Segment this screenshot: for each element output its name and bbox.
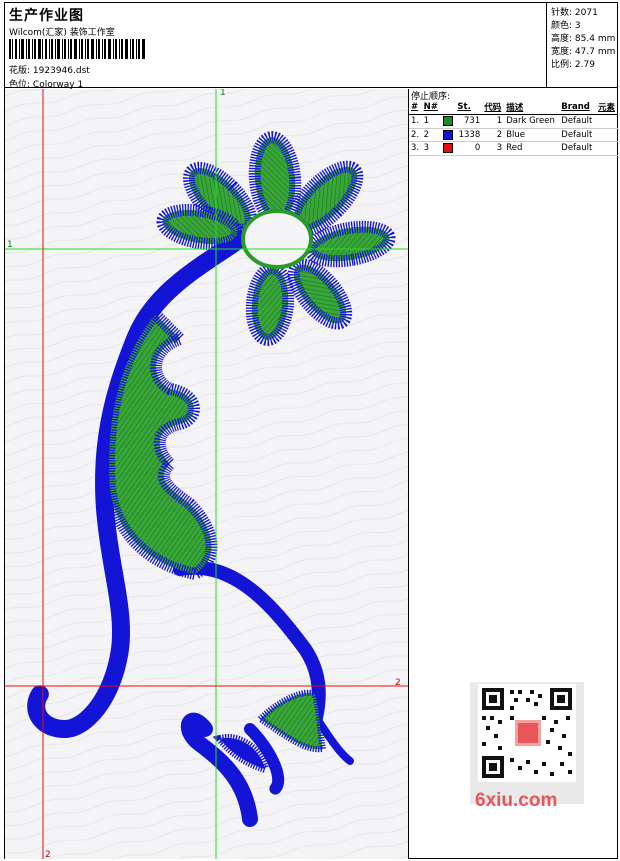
col-header-code: 代码 bbox=[482, 100, 505, 115]
row-index: 3. bbox=[409, 141, 422, 156]
row-stitches: 1338 bbox=[455, 128, 483, 142]
stat-stitches: 针数: 2071 bbox=[551, 8, 598, 18]
stats-panel: 针数: 2071 颜色: 3 高度: 85.4 mm 宽度: 47.7 mm 比… bbox=[546, 2, 619, 88]
stat-height: 高度: 85.4 mm bbox=[551, 34, 616, 44]
row-description: Blue bbox=[504, 128, 560, 142]
col-header-description: 描述 bbox=[504, 100, 560, 115]
row-description: Dark Green bbox=[504, 114, 560, 129]
table-row: 2. 2 1338 2 Blue Default bbox=[409, 128, 618, 142]
barcode bbox=[9, 39, 145, 59]
row-index: 2. bbox=[409, 128, 422, 142]
header: 生产作业图 Wilcom(汇家) 装饰工作室 花版: 1923946.dst 色… bbox=[5, 3, 545, 90]
design-canvas: 1 1 2 2 bbox=[5, 89, 409, 859]
row-stitches: 731 bbox=[455, 114, 483, 129]
col-header-brand: Brand bbox=[559, 100, 596, 115]
row-stitches: 0 bbox=[455, 141, 483, 156]
row-code: 1 bbox=[482, 114, 505, 129]
row-element bbox=[595, 114, 618, 129]
row-brand: Default bbox=[559, 114, 596, 129]
design-file: 1923946.dst bbox=[32, 66, 90, 76]
row-description: Red bbox=[504, 141, 560, 156]
table-row: 1. 1 731 1 Dark Green Default bbox=[409, 114, 618, 129]
guide-label-v1: 1 bbox=[220, 89, 226, 98]
row-number: 1 bbox=[421, 114, 441, 129]
table-header-row: # N# St. 代码 描述 Brand 元素 bbox=[409, 100, 618, 115]
stat-colors: 颜色: 3 bbox=[551, 21, 581, 31]
qr-code bbox=[470, 682, 584, 804]
row-code: 3 bbox=[482, 141, 505, 156]
stat-scale: 比例: 2.79 bbox=[551, 60, 595, 70]
row-brand: Default bbox=[559, 128, 596, 142]
row-element bbox=[595, 128, 618, 142]
design-label: 花版: bbox=[9, 66, 31, 76]
color-swatch bbox=[442, 129, 453, 140]
guide-label-v2: 2 bbox=[45, 850, 51, 859]
color-swatch-cell bbox=[440, 114, 456, 129]
guide-label-h2: 2 bbox=[395, 678, 401, 688]
row-code: 2 bbox=[482, 128, 505, 142]
row-number: 3 bbox=[421, 141, 441, 156]
row-index: 1. bbox=[409, 114, 422, 129]
table-row: 3. 3 0 3 Red Default bbox=[409, 141, 618, 156]
embroidery-preview: 1 1 2 2 bbox=[5, 89, 408, 859]
stat-width: 宽度: 47.7 mm bbox=[551, 47, 616, 57]
col-header-stitches: St. bbox=[455, 100, 483, 115]
watermark-text: 6xiu.com bbox=[475, 790, 558, 811]
header-divider bbox=[4, 87, 618, 88]
col-header-swatch bbox=[440, 100, 456, 115]
company-name: Wilcom(汇家) 装饰工作室 bbox=[9, 28, 115, 38]
guide-label-h1: 1 bbox=[7, 240, 13, 250]
row-brand: Default bbox=[559, 141, 596, 156]
color-swatch bbox=[442, 116, 453, 126]
row-number: 2 bbox=[421, 128, 441, 142]
design-file-line: 花版: 1923946.dst bbox=[9, 63, 90, 76]
page-title: 生产作业图 bbox=[9, 8, 84, 24]
row-element bbox=[595, 141, 618, 156]
color-swatch bbox=[442, 143, 453, 153]
color-swatch-cell bbox=[440, 141, 456, 156]
col-header-element: 元素 bbox=[595, 100, 618, 115]
color-swatch-cell bbox=[440, 128, 456, 142]
qr-code-image bbox=[478, 684, 576, 782]
col-header-index: # bbox=[409, 100, 422, 115]
stop-sequence-table: # N# St. 代码 描述 Brand 元素 1. 1 731 1 Dark … bbox=[409, 100, 618, 156]
col-header-number: N# bbox=[421, 100, 441, 115]
